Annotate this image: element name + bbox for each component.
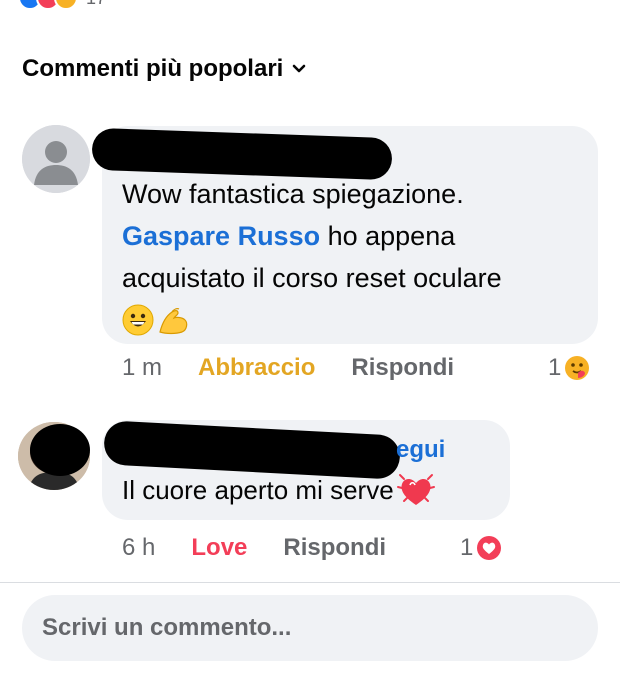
divider — [0, 582, 620, 583]
avatar-default[interactable] — [22, 125, 90, 193]
comment-line: Gaspare Russo ho appena — [122, 215, 502, 257]
reaction-count: 17 — [86, 0, 106, 9]
comment-reaction-count: 1 — [460, 534, 474, 561]
grinning-face-emoji — [122, 304, 154, 336]
comment-time[interactable]: 6 h — [122, 534, 155, 562]
comment-actions: 1 m Abbraccio Rispondi — [122, 354, 454, 382]
comment-reactions[interactable]: 1 — [460, 534, 503, 562]
comment-actions: 6 h Love Rispondi — [122, 534, 386, 562]
comment-reactions[interactable]: 1 — [548, 354, 591, 382]
comment-text: Wow fantastica spiegazione. Gaspare Russ… — [122, 173, 502, 341]
love-reaction-button[interactable]: Love — [191, 534, 247, 562]
reply-button[interactable]: Rispondi — [283, 534, 386, 562]
comment-reaction-count: 1 — [548, 354, 562, 381]
emoji-row — [122, 299, 502, 341]
sort-label: Commenti più popolari — [22, 55, 284, 82]
default-user-icon — [22, 125, 90, 193]
chevron-down-icon — [293, 64, 306, 73]
comment-line: acquistato il corso reset oculare — [122, 263, 502, 293]
author-name-visible[interactable]: egui — [396, 436, 445, 464]
comment-input[interactable]: Scrivi un commento... — [22, 595, 598, 661]
heart-on-fire-emoji — [396, 474, 435, 505]
comment-text: Il cuore aperto mi serve — [122, 470, 436, 510]
post-reactions-summary[interactable]: 17 — [18, 0, 106, 10]
love-reaction-icon — [477, 536, 502, 560]
mention-link[interactable]: Gaspare Russo — [122, 221, 320, 251]
redacted-avatar-face — [30, 424, 90, 476]
comment-line-text: Il cuore aperto mi serve — [122, 475, 394, 505]
comment-sort-dropdown[interactable]: Commenti più popolari — [22, 55, 307, 83]
hug-reaction-icon — [565, 356, 590, 380]
reply-button[interactable]: Rispondi — [351, 354, 454, 382]
comment-input-placeholder: Scrivi un commento... — [42, 614, 292, 641]
hug-reaction-button[interactable]: Abbraccio — [198, 354, 315, 382]
comment-time[interactable]: 1 m — [122, 354, 162, 382]
comment-line-text: ho appena — [320, 221, 456, 251]
wow-reaction-icon — [54, 0, 78, 10]
flexed-biceps-emoji — [159, 308, 188, 335]
comment-line: Wow fantastica spiegazione. — [122, 179, 464, 209]
